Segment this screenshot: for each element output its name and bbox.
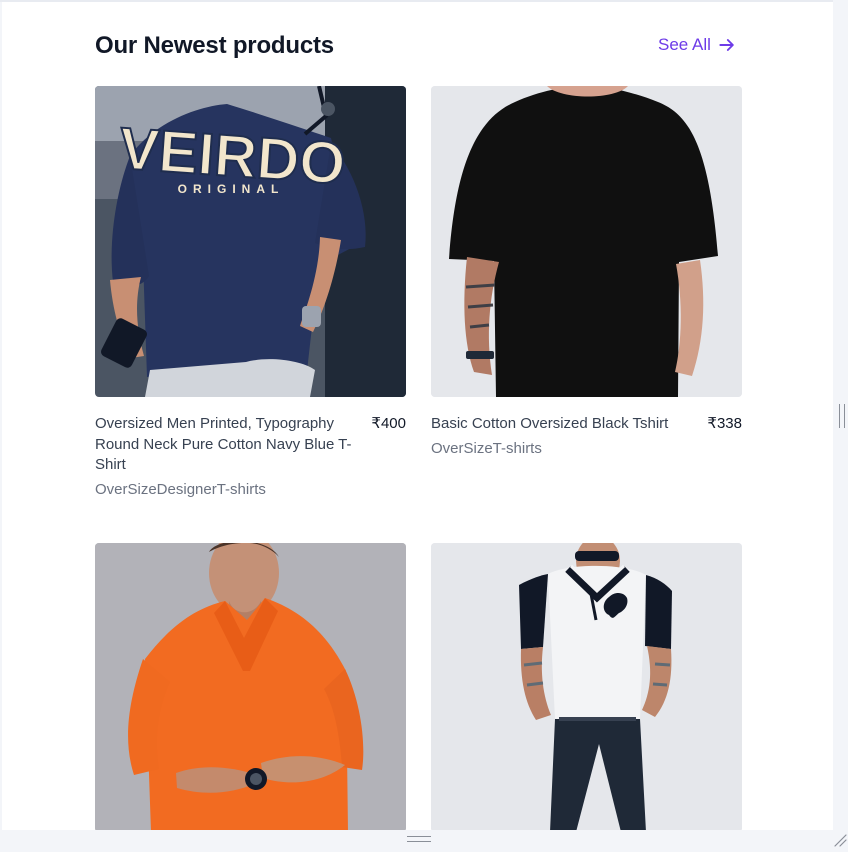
product-name[interactable]: Oversized Men Printed, Typography Round … (95, 414, 358, 476)
navy-tshirt-photo: VEIRDO ORIGINAL (95, 86, 406, 397)
product-section: Our Newest products See All VEIRDO ORIGI… (2, 2, 833, 830)
product-category: OverSizeT-shirts (431, 439, 542, 457)
orange-polo-photo (95, 543, 406, 830)
see-all-label: See All (658, 35, 711, 54)
product-info: Basic Cotton Oversized Black Tshirt ₹338… (431, 414, 742, 498)
product-info: Oversized Men Printed, Typography Round … (95, 414, 406, 500)
product-name[interactable]: Basic Cotton Oversized Black Tshirt (431, 414, 694, 435)
product-card[interactable] (431, 543, 742, 830)
product-card[interactable] (95, 543, 406, 830)
product-category: OverSizeDesignerT-shirts (95, 480, 266, 498)
product-card[interactable]: VEIRDO ORIGINAL Oversized Men Printed, T… (95, 86, 406, 500)
product-image-orange-polo[interactable] (95, 543, 406, 830)
product-price: ₹338 (707, 415, 742, 432)
product-image-white-polo[interactable] (431, 543, 742, 830)
product-image-black-tshirt[interactable] (431, 86, 742, 397)
horizontal-splitter-handle-icon[interactable] (407, 836, 431, 842)
product-price: ₹400 (371, 415, 406, 432)
see-all-link[interactable]: See All (658, 33, 737, 57)
section-title: Our Newest products (95, 32, 334, 59)
resize-grip-icon[interactable] (834, 834, 847, 847)
white-polo-photo (431, 543, 742, 830)
vertical-splitter-handle-icon[interactable] (839, 404, 845, 428)
product-card[interactable]: Basic Cotton Oversized Black Tshirt ₹338… (431, 86, 742, 498)
veirdo-logo-subtext: ORIGINAL (178, 182, 285, 196)
product-image-navy-tshirt[interactable]: VEIRDO ORIGINAL (95, 86, 406, 397)
black-tshirt-photo (431, 86, 742, 397)
arrow-right-icon (719, 39, 734, 51)
